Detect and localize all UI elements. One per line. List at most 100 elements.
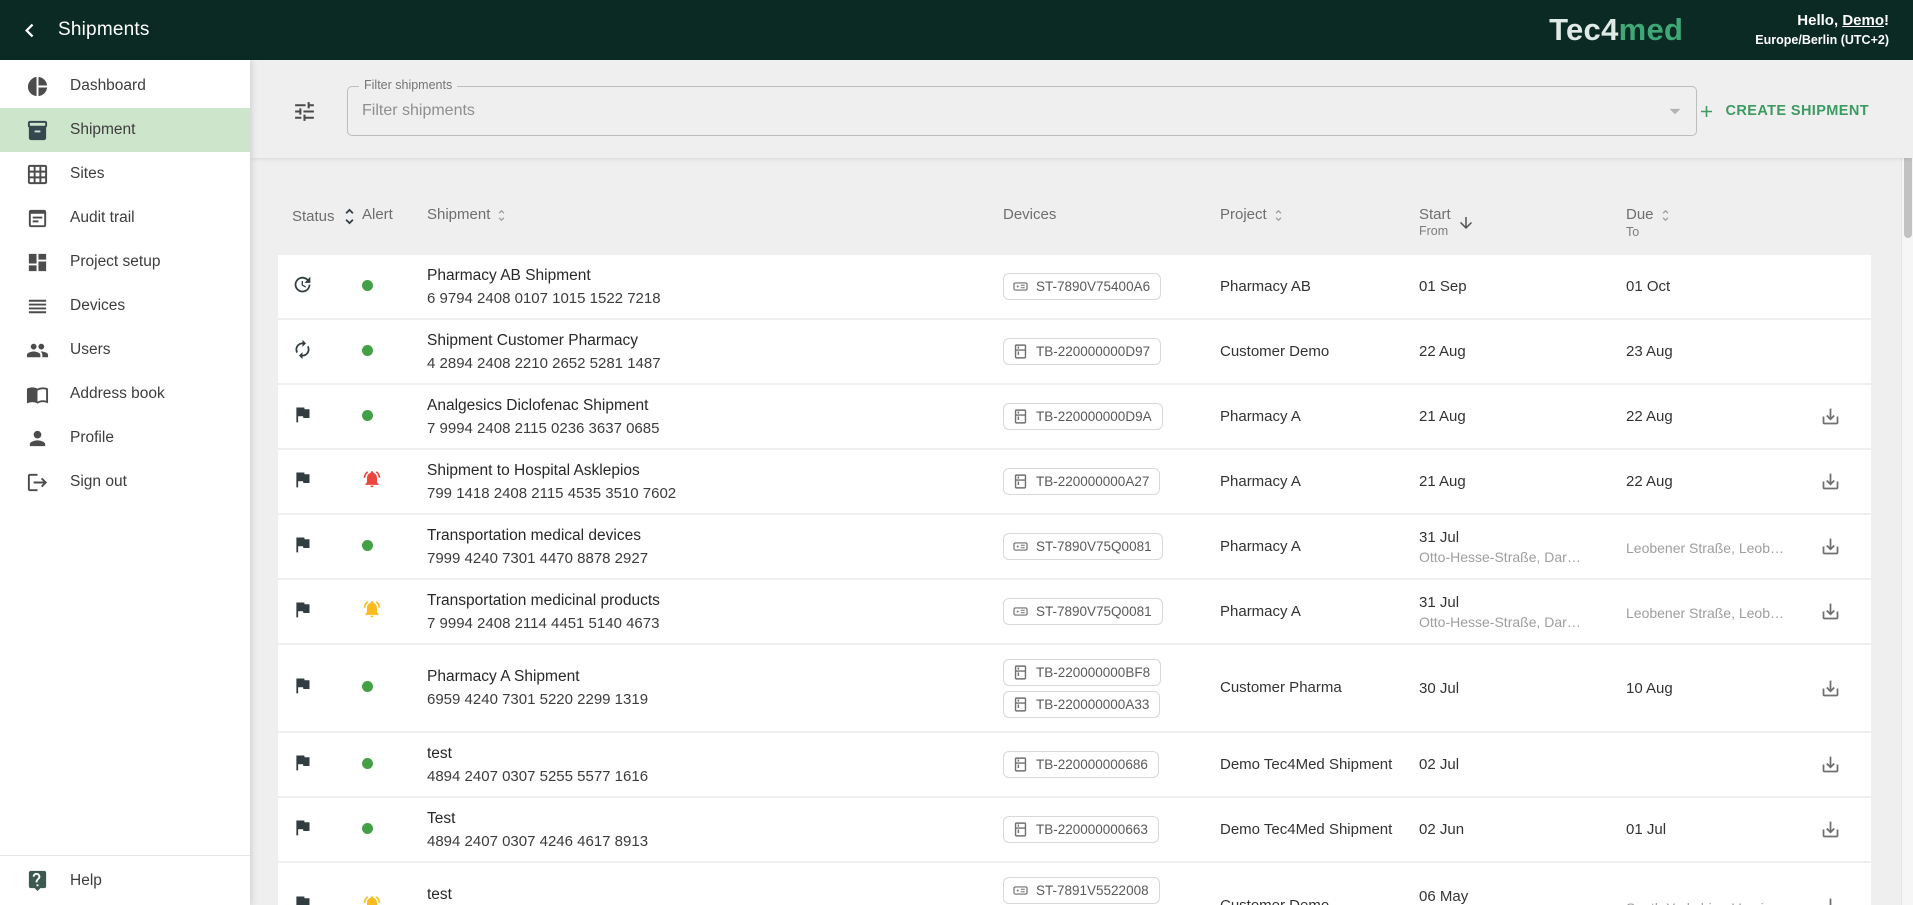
sidebar-item-profile[interactable]: Profile (0, 416, 250, 460)
shipment-code: 4894 2407 0307 5255 5577 1616 (427, 768, 967, 785)
warning-bell-icon (362, 599, 382, 619)
actions-cell (1785, 601, 1871, 622)
device-badge[interactable]: TB-220000000D97 (1003, 338, 1161, 365)
column-header-shipment[interactable]: Shipment (414, 206, 987, 224)
project-name: Customer Pharma (1220, 679, 1342, 696)
start-cell: 31 Jul Otto-Hesse-Straße, Darmst… (1403, 529, 1611, 565)
device-badge[interactable]: TB-220000000A33 (1003, 691, 1160, 718)
devices-cell: TB-220000000D9A (987, 403, 1205, 430)
filter-input[interactable] (348, 87, 1662, 135)
status-cell (278, 274, 350, 300)
shipment-row[interactable]: Analgesics Diclofenac Shipment 7 9994 24… (278, 385, 1871, 448)
shipment-row[interactable]: test 4 2894 2405 0713 1435 3551 4204 ST-… (278, 863, 1871, 905)
device-badge[interactable]: TB-220000000686 (1003, 751, 1159, 778)
status-update-icon (292, 274, 313, 295)
download-button[interactable] (1820, 536, 1841, 557)
ok-status-dot (362, 823, 373, 834)
shipment-row[interactable]: Pharmacy AB Shipment 6 9794 2408 0107 10… (278, 255, 1871, 318)
project-name: Pharmacy A (1220, 603, 1301, 620)
sidebar-item-devices[interactable]: Devices (0, 284, 250, 328)
due-to-address: Leobener Straße, Leoben, … (1626, 540, 1785, 556)
device-id: TB-220000000686 (1036, 757, 1148, 772)
device-badge[interactable]: TB-220000000A27 (1003, 468, 1160, 495)
sidebar-item-label: Users (70, 341, 110, 359)
download-icon (1820, 819, 1841, 840)
download-icon (1820, 406, 1841, 427)
header-alert-label: Alert (362, 206, 393, 224)
column-header-status[interactable]: Status (278, 206, 350, 227)
start-cell: 30 Jul (1403, 680, 1611, 697)
help-icon (26, 869, 49, 892)
status-cell (278, 817, 350, 843)
actions-cell (1785, 754, 1871, 775)
download-button[interactable] (1820, 819, 1841, 840)
shipment-row[interactable]: Pharmacy A Shipment 6959 4240 7301 5220 … (278, 645, 1871, 731)
shipment-row[interactable]: Transportation medicinal products 7 9994… (278, 580, 1871, 643)
brand-logo-part2: med (1619, 12, 1684, 47)
filter-options-button[interactable] (292, 99, 317, 124)
download-button[interactable] (1820, 601, 1841, 622)
download-button[interactable] (1820, 754, 1841, 775)
project-cell: Demo Tec4Med Shipment (1205, 756, 1403, 774)
column-header-due[interactable]: DueTo (1611, 206, 1785, 241)
sidebar-item-users[interactable]: Users (0, 328, 250, 372)
shipment-row[interactable]: Transportation medical devices 7999 4240… (278, 515, 1871, 578)
alert-cell (350, 821, 414, 839)
filter-shipments-field[interactable]: Filter shipments (347, 86, 1697, 136)
download-button[interactable] (1820, 896, 1841, 905)
sites-icon (26, 163, 49, 186)
box-device-icon (1012, 821, 1029, 838)
due-cell: 22 Aug (1611, 408, 1785, 425)
shipment-table-body: Pharmacy AB Shipment 6 9794 2408 0107 10… (278, 255, 1871, 905)
sidebar-item-project-setup[interactable]: Project setup (0, 240, 250, 284)
start-date: 02 Jun (1419, 821, 1611, 838)
sidebar-item-sign-out[interactable]: Sign out (0, 460, 250, 504)
sidebar-item-label: Project setup (70, 253, 160, 271)
back-button[interactable] (12, 13, 46, 47)
download-button[interactable] (1820, 678, 1841, 699)
sort-icon (1658, 208, 1673, 223)
start-date: 31 Jul (1419, 594, 1611, 611)
brand-logo-part1: Tec4 (1549, 12, 1619, 47)
shipment-row[interactable]: Test 4894 2407 0307 4246 4617 8913 TB-22… (278, 798, 1871, 861)
box-device-icon (1012, 756, 1029, 773)
download-button[interactable] (1820, 406, 1841, 427)
project-cell: Pharmacy A (1205, 473, 1403, 491)
start-date: 30 Jul (1419, 680, 1611, 697)
column-header-project[interactable]: Project (1205, 206, 1403, 224)
device-badge[interactable]: ST-7890V75Q0081 (1003, 598, 1163, 625)
sidebar-item-sites[interactable]: Sites (0, 152, 250, 196)
device-badge[interactable]: ST-7891V5522008 (1003, 877, 1160, 904)
ok-status-dot (362, 410, 373, 421)
sidebar-item-address-book[interactable]: Address book (0, 372, 250, 416)
sort-desc-icon (1457, 214, 1475, 232)
device-id: ST-7891V5522008 (1036, 883, 1149, 898)
sidebar-item-audit-trail[interactable]: Audit trail (0, 196, 250, 240)
device-badge[interactable]: TB-220000000D9A (1003, 403, 1163, 430)
box-device-icon (1012, 343, 1029, 360)
device-badge[interactable]: ST-7890V75400A6 (1003, 273, 1161, 300)
sidebar-item-dashboard[interactable]: Dashboard (0, 64, 250, 108)
shipment-cell: test 4894 2407 0307 5255 5577 1616 (414, 745, 987, 785)
project-name: Pharmacy A (1220, 408, 1301, 425)
create-shipment-button[interactable]: CREATE SHIPMENT (1697, 102, 1870, 121)
ok-status-dot (362, 758, 373, 769)
column-header-start[interactable]: StartFrom (1403, 206, 1611, 240)
vertical-scrollbar[interactable] (1901, 60, 1913, 905)
user-name-link[interactable]: Demo (1842, 12, 1884, 29)
shipment-row[interactable]: Shipment to Hospital Asklepios 799 1418 … (278, 450, 1871, 513)
shipment-row[interactable]: test 4894 2407 0307 5255 5577 1616 TB-22… (278, 733, 1871, 796)
sidebar-item-shipment[interactable]: Shipment (0, 108, 250, 152)
shipment-row[interactable]: Shipment Customer Pharmacy 4 2894 2408 2… (278, 320, 1871, 383)
status-flag-icon (292, 404, 313, 425)
download-icon (1820, 601, 1841, 622)
sidebar-item-help[interactable]: Help (0, 855, 250, 905)
ok-status-dot (362, 345, 373, 356)
device-badge[interactable]: ST-7890V75Q0081 (1003, 533, 1163, 560)
device-badge[interactable]: TB-220000000BF8 (1003, 659, 1161, 686)
download-button[interactable] (1820, 471, 1841, 492)
project-cell: Pharmacy AB (1205, 278, 1403, 296)
chevron-down-icon[interactable] (1662, 98, 1688, 124)
download-icon (1820, 754, 1841, 775)
device-badge[interactable]: TB-220000000663 (1003, 816, 1159, 843)
